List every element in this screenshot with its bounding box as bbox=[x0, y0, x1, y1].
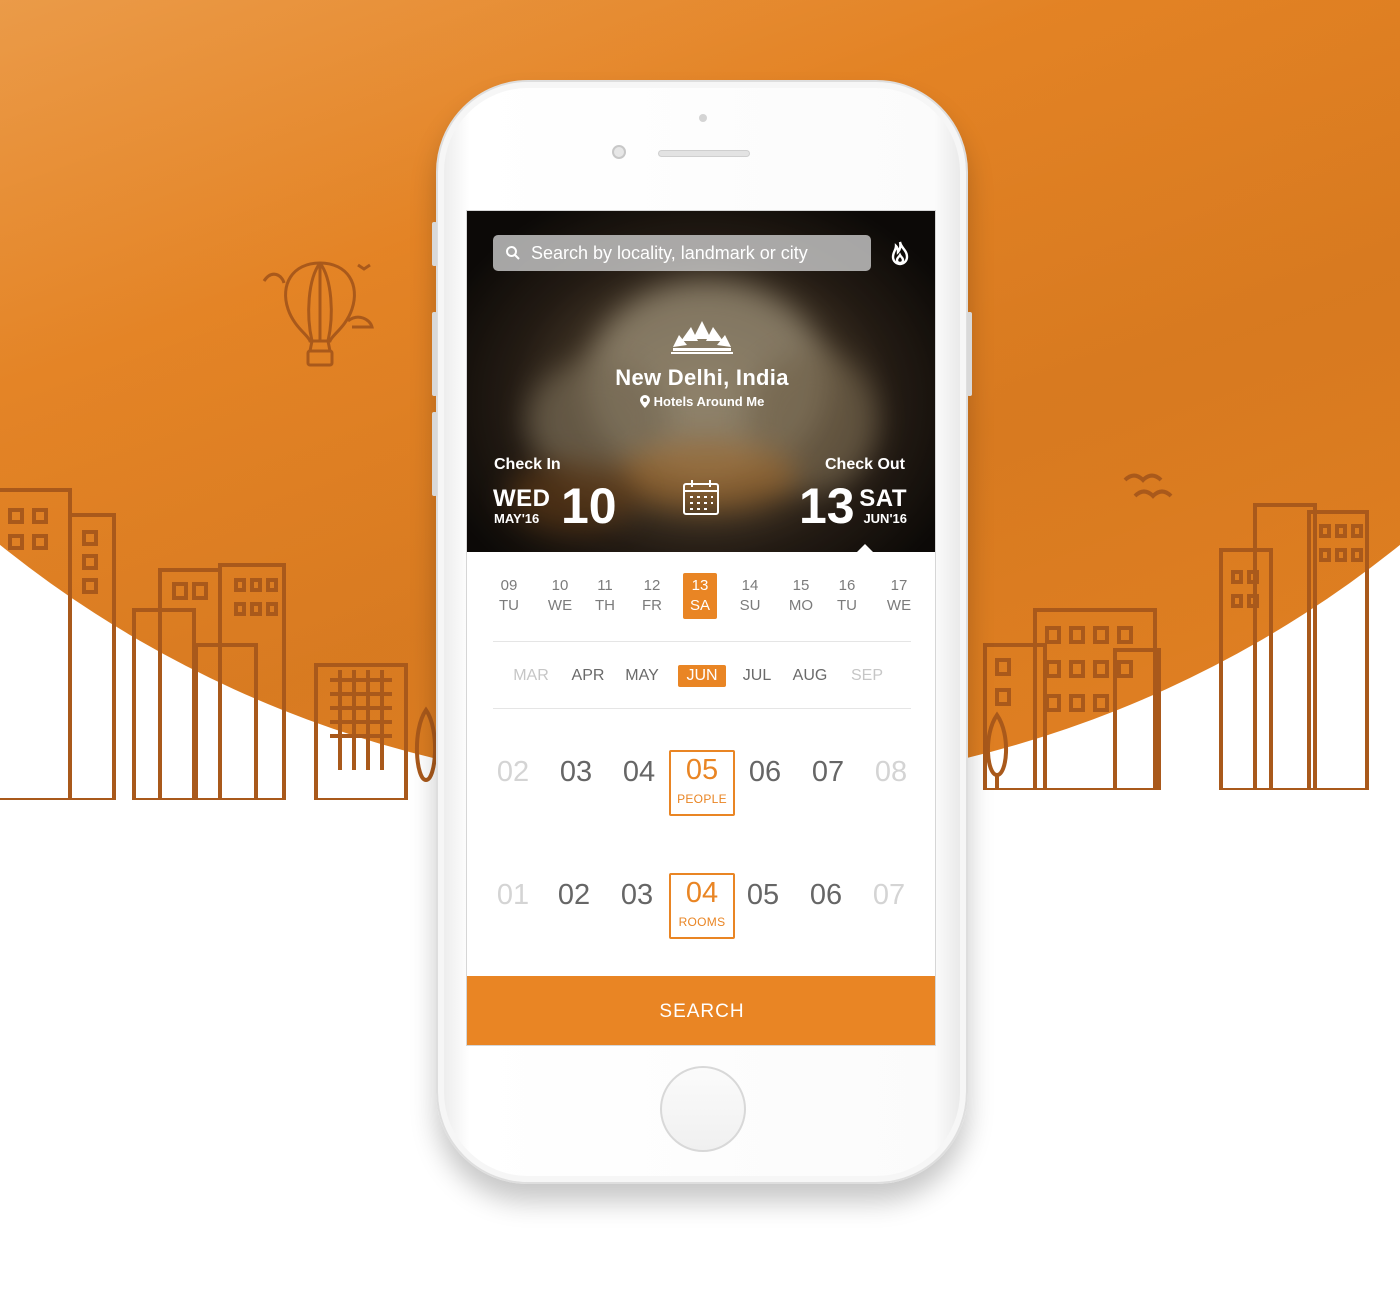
check-out-label: Check Out bbox=[824, 456, 905, 473]
hotels-around-me-label: Hotels Around Me bbox=[653, 394, 765, 409]
people-option[interactable]: 02 bbox=[483, 752, 543, 792]
hot-air-balloon-icon bbox=[262, 261, 374, 367]
day-weekday: TU bbox=[499, 597, 519, 614]
day-weekday: TU bbox=[837, 597, 857, 614]
day-weekday: SU bbox=[739, 597, 761, 614]
day-weekday: WE bbox=[547, 597, 573, 614]
day-item[interactable]: 14 SU bbox=[732, 573, 768, 619]
day-item[interactable]: 15 MO bbox=[783, 573, 819, 619]
city-name: New Delhi, India bbox=[615, 365, 789, 390]
day-number: 11 bbox=[597, 577, 613, 594]
check-in-label: Check In bbox=[494, 456, 561, 473]
rooms-option[interactable]: 03 bbox=[607, 875, 667, 915]
month-item[interactable]: JUL bbox=[729, 667, 785, 685]
rooms-option[interactable]: 05 bbox=[733, 875, 793, 915]
day-item[interactable]: 11 TH bbox=[587, 573, 623, 619]
day-number: 15 bbox=[792, 577, 810, 594]
check-out-weekday[interactable]: SAT bbox=[859, 485, 907, 513]
month-item-selected[interactable]: JUN bbox=[678, 665, 726, 687]
day-number: 10 bbox=[551, 577, 569, 594]
people-selected[interactable]: 05 PEOPLE bbox=[669, 750, 735, 816]
rooms-option[interactable]: 01 bbox=[483, 875, 543, 915]
people-option[interactable]: 03 bbox=[546, 752, 606, 792]
day-number: 17 bbox=[890, 577, 908, 594]
day-number: 12 bbox=[643, 577, 661, 594]
check-out-day[interactable]: 13 bbox=[799, 477, 855, 535]
people-option[interactable]: 04 bbox=[609, 752, 669, 792]
rooms-label: ROOMS bbox=[678, 915, 726, 929]
calendar-icon[interactable] bbox=[682, 479, 720, 517]
mute-switch bbox=[432, 222, 437, 266]
selection-pointer bbox=[857, 544, 873, 552]
day-number: 09 bbox=[500, 577, 518, 594]
search-input[interactable] bbox=[531, 242, 871, 264]
people-option[interactable]: 06 bbox=[735, 752, 795, 792]
right-city-buildings-icon bbox=[983, 473, 1369, 790]
volume-down-button bbox=[432, 412, 437, 496]
search-icon bbox=[506, 246, 520, 260]
people-option[interactable]: 08 bbox=[861, 752, 921, 792]
people-option[interactable]: 07 bbox=[798, 752, 858, 792]
day-weekday: WE bbox=[886, 597, 912, 614]
divider bbox=[493, 708, 911, 709]
rooms-selected[interactable]: 04 ROOMS bbox=[669, 873, 735, 939]
trending-fire-icon[interactable] bbox=[887, 240, 913, 268]
lotus-temple-icon bbox=[671, 321, 733, 354]
hotels-around-me-link[interactable]: Hotels Around Me bbox=[467, 394, 935, 409]
search-button[interactable]: SEARCH bbox=[467, 976, 935, 1045]
month-item[interactable]: AUG bbox=[782, 667, 838, 685]
check-in-month-year[interactable]: MAY'16 bbox=[494, 511, 539, 526]
rooms-option[interactable]: 07 bbox=[859, 875, 919, 915]
proximity-sensor bbox=[699, 114, 707, 122]
day-item[interactable]: 12 FR bbox=[634, 573, 670, 619]
divider bbox=[493, 641, 911, 642]
day-item-selected[interactable]: 13 SA bbox=[683, 573, 717, 619]
check-in-weekday[interactable]: WED bbox=[493, 485, 551, 513]
home-button[interactable] bbox=[660, 1066, 746, 1152]
destination-hero: New Delhi, India Hotels Around Me Check … bbox=[467, 211, 935, 552]
day-item[interactable]: 17 WE bbox=[881, 573, 917, 619]
day-weekday: FR bbox=[642, 597, 662, 614]
day-number: 14 bbox=[741, 577, 759, 594]
earpiece-speaker bbox=[658, 150, 750, 157]
people-selected-value: 05 bbox=[685, 754, 719, 786]
volume-up-button bbox=[432, 312, 437, 396]
location-pin-icon bbox=[639, 395, 650, 408]
app-screen: New Delhi, India Hotels Around Me Check … bbox=[466, 210, 936, 1046]
rooms-selected-value: 04 bbox=[685, 877, 719, 909]
rooms-picker: 01 02 03 04 ROOMS 05 06 07 bbox=[467, 873, 935, 941]
front-camera bbox=[612, 145, 626, 159]
day-number: 13 bbox=[691, 577, 709, 594]
month-item[interactable]: SEP bbox=[839, 667, 895, 685]
day-number: 16 bbox=[838, 577, 856, 594]
search-bar[interactable] bbox=[493, 235, 871, 271]
rooms-option[interactable]: 06 bbox=[796, 875, 856, 915]
day-picker: 09 TU 10 WE 11 TH 12 FR 13 SA 14 SU 15 MO 16 TU … bbox=[485, 573, 925, 619]
day-item[interactable]: 09 TU bbox=[491, 573, 527, 619]
check-in-day[interactable]: 10 bbox=[561, 477, 617, 535]
check-out-month-year[interactable]: JUN'16 bbox=[863, 511, 907, 526]
people-label: PEOPLE bbox=[677, 792, 727, 806]
power-button bbox=[967, 312, 972, 396]
left-city-buildings-icon bbox=[0, 488, 437, 800]
day-item[interactable]: 16 TU bbox=[829, 573, 865, 619]
day-item[interactable]: 10 WE bbox=[542, 573, 578, 619]
month-picker: MAR APR MAY JUN JUL AUG SEP bbox=[487, 663, 919, 691]
day-weekday: MO bbox=[788, 597, 814, 614]
day-weekday: SA bbox=[689, 597, 710, 614]
day-weekday: TH bbox=[595, 597, 615, 614]
month-item[interactable]: APR bbox=[560, 667, 616, 685]
month-item[interactable]: MAY bbox=[614, 667, 670, 685]
rooms-option[interactable]: 02 bbox=[544, 875, 604, 915]
month-item[interactable]: MAR bbox=[503, 667, 559, 685]
people-picker: 02 03 04 05 PEOPLE 06 07 08 bbox=[467, 750, 935, 818]
